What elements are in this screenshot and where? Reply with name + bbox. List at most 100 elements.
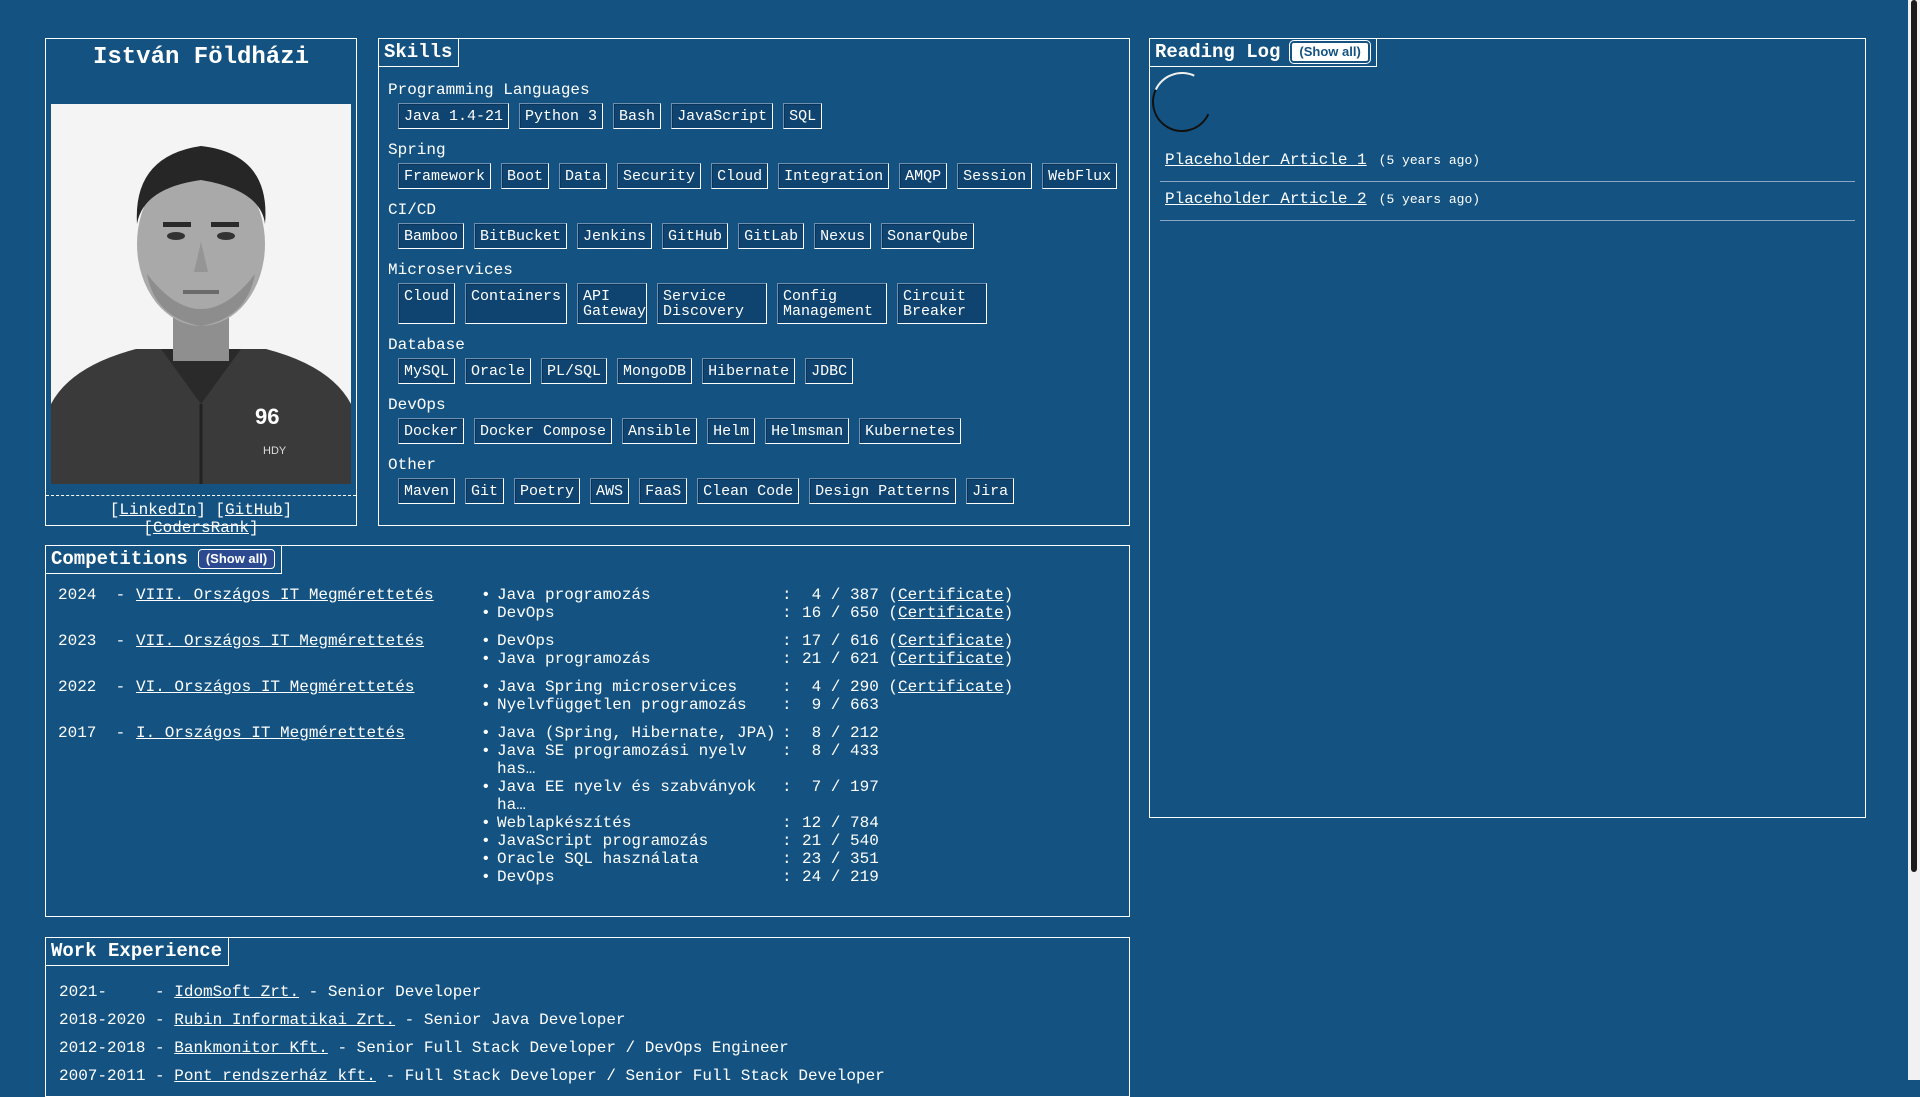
result-category: DevOps <box>497 632 555 650</box>
skill-chip-list: Bamboo BitBucket Jenkins GitHub GitLab Nexus S… <box>398 223 1123 249</box>
bullet-icon: • <box>481 586 491 604</box>
competition-results: • Java Spring microservices: 4 / 290 (Cer… <box>481 678 1013 714</box>
work-item: 2021- - IdomSoft Zrt. - Senior Developer <box>59 983 482 1001</box>
skill-chip: JavaScript <box>671 103 774 129</box>
company-link[interactable]: Pont rendszerház kft. <box>174 1067 376 1085</box>
company-link[interactable]: Bankmonitor Kft. <box>174 1039 328 1057</box>
skill-chip: Bamboo <box>398 223 465 249</box>
work-period: 2012-2018 <box>59 1039 146 1057</box>
result-score: : 4 / 387 (Certificate) <box>782 586 1014 604</box>
skill-chip: JDBC <box>805 358 854 384</box>
result-item: • Nyelvfüggetlen programozás: 9 / 663 <box>481 696 1013 714</box>
competition-link[interactable]: VII. Országos IT Megmérettetés <box>136 632 424 650</box>
article-link[interactable]: Placeholder Article 2 <box>1165 190 1367 208</box>
skills-title-text: Skills <box>384 41 453 63</box>
result-total: 351 <box>850 850 879 868</box>
result-total: 212 <box>850 724 879 742</box>
result-rank: 7 <box>811 778 822 796</box>
competition-results: • Java programozás : 4 / 387 (Certificate)… <box>481 586 1013 622</box>
skills-panel: Skills Programming Languages Java 1.4-21 P… <box>378 38 1130 526</box>
skill-chip: Poetry <box>514 478 581 504</box>
work-period: 2018-2020 <box>59 1011 146 1029</box>
skill-chip: Design Patterns <box>809 478 957 504</box>
skill-chip: MySQL <box>398 358 456 384</box>
company-link[interactable]: Rubin Informatikai Zrt. <box>174 1011 395 1029</box>
certificate-link[interactable]: Certificate <box>898 678 1004 696</box>
work-experience-title-text: Work Experience <box>51 940 223 962</box>
bullet-icon: • <box>481 650 491 668</box>
result-rank: 9 <box>811 696 822 714</box>
github-link[interactable]: GitHub <box>225 501 283 519</box>
skill-chip: FaaS <box>639 478 688 504</box>
skill-chip: API Gateway <box>577 283 648 324</box>
competition-year: 2022 - <box>58 678 126 696</box>
certificate-link[interactable]: Certificate <box>898 650 1004 668</box>
certificate-link[interactable]: Certificate <box>898 604 1004 622</box>
competitions-show-all-button[interactable]: (Show all) <box>197 549 276 569</box>
profile-panel: István Földházi 96 HDY [LinkedIn] [GitHu… <box>45 38 357 537</box>
result-category: Java Spring microservices <box>497 678 738 696</box>
result-category: Weblapkészítés <box>497 814 632 832</box>
skill-chip: AWS <box>590 478 630 504</box>
result-total: 387 <box>850 586 879 604</box>
skill-group-title: Spring <box>388 141 446 159</box>
article-age: (5 years ago) <box>1378 192 1481 207</box>
skill-chip-list: Docker Docker Compose Ansible Helm Helmsman K… <box>398 418 1123 444</box>
skill-chip-list: MySQL Oracle PL/SQL MongoDB Hibernate JDBC <box>398 358 1123 384</box>
skill-chip: PL/SQL <box>541 358 608 384</box>
result-item: • Java (Spring, Hibernate, JPA): 8 / 212 <box>481 724 879 742</box>
competition-link[interactable]: I. Országos IT Megmérettetés <box>136 724 405 742</box>
result-score: : 21 / 540 <box>782 832 879 850</box>
competition-row: 2024 - VIII. Országos IT Megmérettetés • Ja… <box>58 586 1119 622</box>
article-item: Placeholder Article 2 (5 years ago) <box>1160 186 1855 221</box>
work-experience-title: Work Experience <box>46 938 230 966</box>
page-scrollbar[interactable] <box>1908 0 1920 1080</box>
skill-group-title: Database <box>388 336 465 354</box>
competition-year-text: 2023 <box>58 632 97 650</box>
skill-chip: Kubernetes <box>859 418 962 444</box>
competition-results: • DevOps: 17 / 616 (Certificate) • Java pro… <box>481 632 1013 668</box>
skill-chip: Nexus <box>814 223 872 249</box>
skill-group-title: CI/CD <box>388 201 437 219</box>
company-link[interactable]: IdomSoft Zrt. <box>174 983 299 1001</box>
skill-group-title: Microservices <box>388 261 513 279</box>
skill-chip: Data <box>559 163 608 189</box>
competition-year-text: 2017 <box>58 724 97 742</box>
work-list: 2021- - IdomSoft Zrt. - Senior Developer… <box>59 978 885 1090</box>
certificate-link[interactable]: Certificate <box>898 586 1004 604</box>
competition-name: VII. Országos IT Megmérettetés <box>136 632 481 668</box>
result-category: Java SE programozási nyelv has… <box>497 742 747 778</box>
work-role: Senior Full Stack Developer / DevOps Eng… <box>356 1039 789 1057</box>
result-category: Java EE nyelv és szabványok ha… <box>497 778 757 814</box>
article-link[interactable]: Placeholder Article 1 <box>1165 151 1367 169</box>
result-score: : 8 / 433 <box>782 742 879 760</box>
codersrank-link[interactable]: CodersRank <box>153 519 249 537</box>
work-experience-panel: Work Experience 2021- - IdomSoft Zrt. - … <box>45 937 1130 1097</box>
skill-chip: Framework <box>398 163 492 189</box>
work-item: 2018-2020 - Rubin Informatikai Zrt. - Se… <box>59 1011 626 1029</box>
result-category: DevOps <box>497 868 555 886</box>
reading-log-show-all-button[interactable]: (Show all) <box>1289 40 1371 64</box>
bullet-icon: • <box>481 778 491 796</box>
result-rank: 4 <box>811 678 822 696</box>
skill-chip: Security <box>617 163 702 189</box>
result-item: • Java Spring microservices: 4 / 290 (Cer… <box>481 678 1013 696</box>
skill-chip: Python 3 <box>519 103 604 129</box>
scrollbar-thumb[interactable] <box>1911 0 1917 872</box>
competition-link[interactable]: VIII. Országos IT Megmérettetés <box>136 586 434 604</box>
competition-link[interactable]: VI. Országos IT Megmérettetés <box>136 678 414 696</box>
linkedin-link[interactable]: LinkedIn <box>119 501 196 519</box>
result-score: : 17 / 616 (Certificate) <box>782 632 1014 650</box>
result-rank: 17 <box>802 632 822 650</box>
competition-results: • Java (Spring, Hibernate, JPA): 8 / 212 •… <box>481 724 879 886</box>
certificate-link[interactable]: Certificate <box>898 632 1004 650</box>
skill-chip: Git <box>465 478 505 504</box>
result-total: 540 <box>850 832 879 850</box>
result-item: • DevOps : 17 / 616 (Certificate) <box>481 632 1013 650</box>
competition-year-text: 2022 <box>58 678 97 696</box>
result-category: Java programozás <box>497 586 651 604</box>
result-rank: 12 <box>802 814 822 832</box>
bullet-icon: • <box>481 632 491 650</box>
result-total: 650 <box>850 604 879 622</box>
skill-group-title: Programming Languages <box>388 81 590 99</box>
